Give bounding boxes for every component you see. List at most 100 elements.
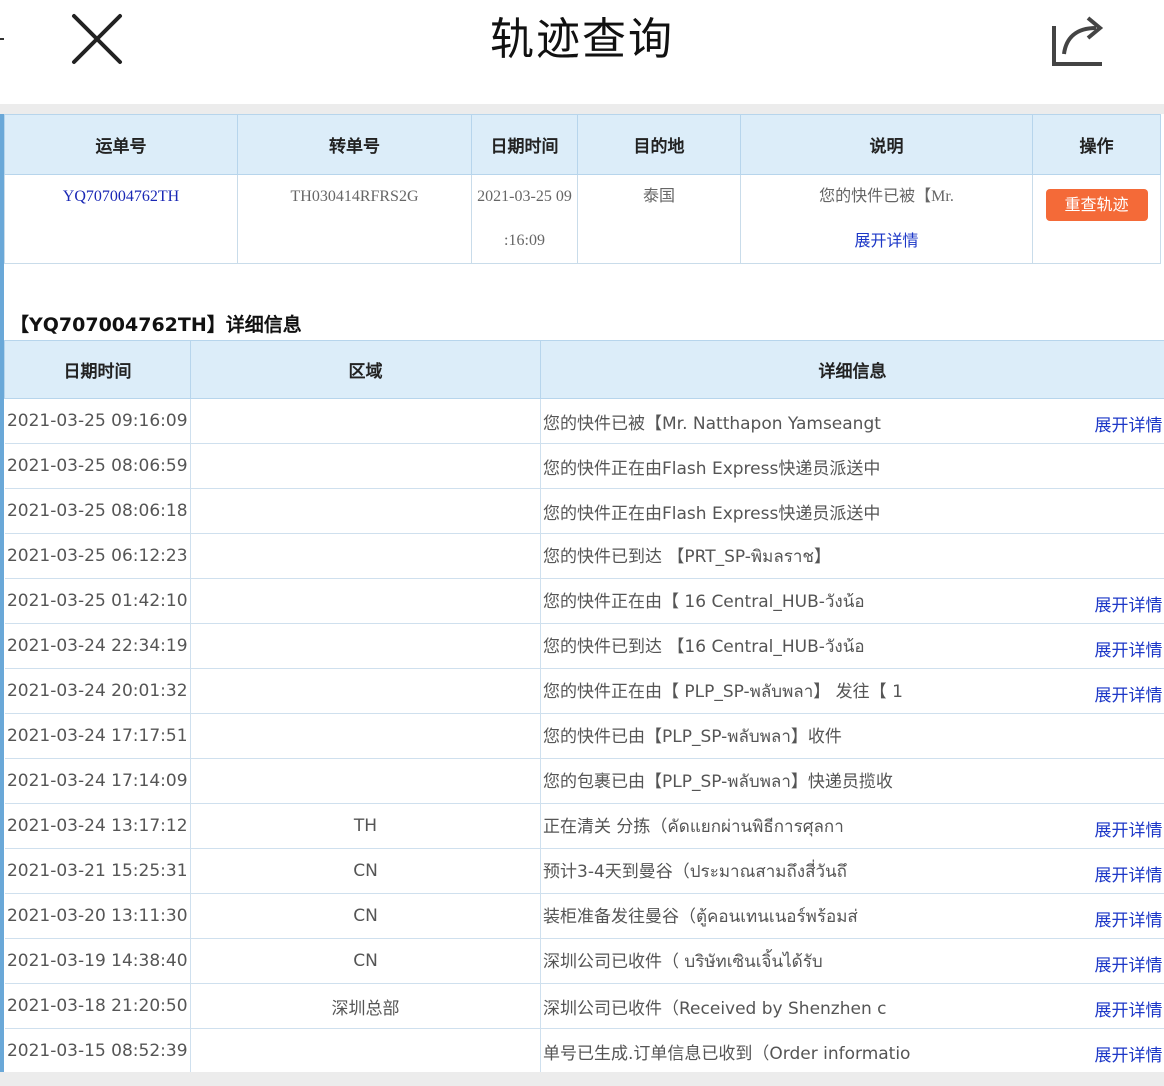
row-info-cell: 深圳公司已收件（Received by Shenzhen c 展开详情 <box>540 983 1164 1029</box>
table-row: 2021-03-25 06:12:23 您的快件已到达 【PRT_SP-พิมล… <box>4 533 1164 579</box>
table-row: 2021-03-25 08:06:18 您的快件正在由Flash Express… <box>4 488 1164 534</box>
waybill-number: YQ707004762TH <box>62 188 180 205</box>
bottom-band <box>0 1072 1164 1086</box>
row-area <box>190 398 541 444</box>
detail-rows: 2021-03-25 09:16:09 您的快件已被【Mr. Natthapon … <box>4 398 1164 1074</box>
row-area <box>190 488 541 534</box>
row-expand-link[interactable]: 展开详情 <box>1095 1041 1163 1066</box>
row-datetime: 2021-03-25 09:16:09 <box>4 398 191 444</box>
row-datetime: 2021-03-25 01:42:10 <box>4 578 191 624</box>
row-info: 您的快件正在由【 16 Central_HUB-วังน้อ <box>543 592 865 612</box>
table-row: 2021-03-24 13:17:12 TH 正在清关 分拣（คัดแยกผ่านพ… <box>4 803 1164 849</box>
row-datetime: 2021-03-19 14:38:40 <box>4 938 191 984</box>
row-info-cell: 您的快件已到达 【PRT_SP-พิมลราช】 <box>540 533 1164 579</box>
divider-band <box>0 104 1164 114</box>
detail-heading: 【YQ707004762TH】详细信息 <box>10 314 302 336</box>
header-info: 详细信息 <box>540 340 1164 399</box>
row-area: TH <box>190 803 541 849</box>
row-expand-link[interactable]: 展开详情 <box>1095 861 1163 886</box>
header-transfer: 转单号 <box>237 114 472 175</box>
description-text: 您的快件已被【Mr. <box>819 188 954 205</box>
row-expand-link[interactable]: 展开详情 <box>1095 906 1163 931</box>
header-waybill: 运单号 <box>4 114 238 175</box>
row-expand-link[interactable]: 展开详情 <box>1095 681 1163 706</box>
row-area <box>190 623 541 669</box>
header-destination: 目的地 <box>577 114 741 175</box>
transfer-number: TH030414RFRS2G <box>237 174 472 264</box>
row-area: 深圳总部 <box>190 983 541 1029</box>
row-info-cell: 预计3-4天到曼谷（ประมาณสามถึงสี่วันถึ 展开详情 <box>540 848 1164 894</box>
row-info: 您的包裹已由【PLP_SP-พลับพลา】快递员揽收 <box>543 772 893 792</box>
waybill-cell: YQ707004762TH <box>4 174 238 264</box>
row-area: CN <box>190 848 541 894</box>
row-info-cell: 单号已生成.订单信息已收到（Order informatio 展开详情 <box>540 1028 1164 1074</box>
row-info: 单号已生成.订单信息已收到（Order informatio <box>543 1043 911 1064</box>
row-datetime: 2021-03-25 08:06:59 <box>4 443 191 489</box>
row-expand-link[interactable]: 展开详情 <box>1095 591 1163 616</box>
expand-details-link[interactable]: 展开详情 <box>741 231 1032 251</box>
action-cell: 重查轨迹 <box>1032 174 1161 264</box>
row-datetime: 2021-03-24 13:17:12 <box>4 803 191 849</box>
row-info-cell: 您的快件已由【PLP_SP-พลับพลา】收件 <box>540 713 1164 759</box>
summary-header-row: 运单号 转单号 日期时间 目的地 说明 操作 <box>4 114 1161 175</box>
row-expand-link[interactable]: 展开详情 <box>1095 411 1163 436</box>
row-info: 您的快件已由【PLP_SP-พลับพลา】收件 <box>543 727 842 747</box>
table-row: 2021-03-24 20:01:32 您的快件正在由【 PLP_SP-พลับพ… <box>4 668 1164 714</box>
row-info: 深圳公司已收件（Received by Shenzhen c <box>543 998 887 1019</box>
row-area <box>190 1028 541 1074</box>
row-info-cell: 您的快件正在由Flash Express快递员派送中 <box>540 443 1164 489</box>
header-area: 区域 <box>190 340 541 399</box>
table-row: 2021-03-25 01:42:10 您的快件正在由【 16 Central_H… <box>4 578 1164 624</box>
row-datetime: 2021-03-18 21:20:50 <box>4 983 191 1029</box>
row-info-cell: 您的包裹已由【PLP_SP-พลับพลา】快递员揽收 <box>540 758 1164 804</box>
row-info: 正在清关 分拣（คัดแยกผ่านพิธีการศุลกา <box>543 817 844 837</box>
table-row: 2021-03-24 17:17:51 您的快件已由【PLP_SP-พลับพล… <box>4 713 1164 759</box>
row-info-cell: 深圳公司已收件（ บริษัทเซินเจิ้นได้รับ 展开详情 <box>540 938 1164 984</box>
row-datetime: 2021-03-21 15:25:31 <box>4 848 191 894</box>
summary-table: 运单号 转单号 日期时间 目的地 说明 操作 YQ707004762TH TH0… <box>4 114 1161 264</box>
detail-table: 日期时间 区域 详细信息 2021-03-25 09:16:09 您的快件已被【M… <box>4 340 1164 1074</box>
summary-datetime: 2021-03-25 09 :16:09 <box>471 174 578 264</box>
row-expand-link[interactable]: 展开详情 <box>1095 996 1163 1021</box>
row-info-cell: 您的快件正在由Flash Express快递员派送中 <box>540 488 1164 534</box>
date-part1: 2021-03-25 09 <box>477 188 572 205</box>
row-info-cell: 您的快件已到达 【16 Central_HUB-วังน้อ 展开详情 <box>540 623 1164 669</box>
header-description: 说明 <box>740 114 1033 175</box>
content-area: 运单号 转单号 日期时间 目的地 说明 操作 YQ707004762TH TH0… <box>0 114 1164 1086</box>
row-area <box>190 443 541 489</box>
top-nav-bar: 轨迹查询 <box>0 0 1164 104</box>
row-expand-link[interactable]: 展开详情 <box>1095 951 1163 976</box>
row-info: 您的快件正在由Flash Express快递员派送中 <box>543 503 881 524</box>
row-datetime: 2021-03-25 06:12:23 <box>4 533 191 579</box>
table-row: 2021-03-25 09:16:09 您的快件已被【Mr. Natthapon … <box>4 398 1164 444</box>
row-datetime: 2021-03-24 17:17:51 <box>4 713 191 759</box>
row-info: 您的快件已到达 【PRT_SP-พิมลราช】 <box>543 547 831 567</box>
table-row: 2021-03-21 15:25:31 CN 预计3-4天到曼谷（ประมาณสาม… <box>4 848 1164 894</box>
row-info-cell: 正在清关 分拣（คัดแยกผ่านพิธีการศุลกา 展开详情 <box>540 803 1164 849</box>
header-action: 操作 <box>1032 114 1161 175</box>
row-datetime: 2021-03-24 20:01:32 <box>4 668 191 714</box>
table-row: 2021-03-19 14:38:40 CN 深圳公司已收件（ บริษัทเซิน… <box>4 938 1164 984</box>
destination: 泰国 <box>577 174 741 264</box>
row-area <box>190 668 541 714</box>
row-datetime: 2021-03-24 17:14:09 <box>4 758 191 804</box>
share-icon[interactable] <box>1048 6 1112 70</box>
row-datetime: 2021-03-25 08:06:18 <box>4 488 191 534</box>
row-expand-link[interactable]: 展开详情 <box>1095 636 1163 661</box>
row-info: 您的快件已被【Mr. Natthapon Yamseangt <box>543 413 881 434</box>
row-info: 您的快件正在由Flash Express快递员派送中 <box>543 458 881 479</box>
row-info-cell: 您的快件正在由【 16 Central_HUB-วังน้อ 展开详情 <box>540 578 1164 624</box>
row-datetime: 2021-03-20 13:11:30 <box>4 893 191 939</box>
table-row: 2021-03-20 13:11:30 CN 装柜准备发往曼谷（ตู้คอนเทนเ… <box>4 893 1164 939</box>
row-info-cell: 您的快件已被【Mr. Natthapon Yamseangt 展开详情 <box>540 398 1164 444</box>
retrack-button[interactable]: 重查轨迹 <box>1045 189 1148 221</box>
header-datetime: 日期时间 <box>471 114 578 175</box>
row-area <box>190 533 541 579</box>
table-row: 2021-03-18 21:20:50 深圳总部 深圳公司已收件（Received … <box>4 983 1164 1029</box>
table-row: 2021-03-24 17:14:09 您的包裹已由【PLP_SP-พลับพล… <box>4 758 1164 804</box>
row-expand-link[interactable]: 展开详情 <box>1095 816 1163 841</box>
table-row: 2021-03-24 22:34:19 您的快件已到达 【16 Central_H… <box>4 623 1164 669</box>
row-info: 预计3-4天到曼谷（ประมาณสามถึงสี่วันถึ <box>543 862 847 882</box>
row-area <box>190 578 541 624</box>
row-info: 深圳公司已收件（ บริษัทเซินเจิ้นได้รับ <box>543 952 823 972</box>
